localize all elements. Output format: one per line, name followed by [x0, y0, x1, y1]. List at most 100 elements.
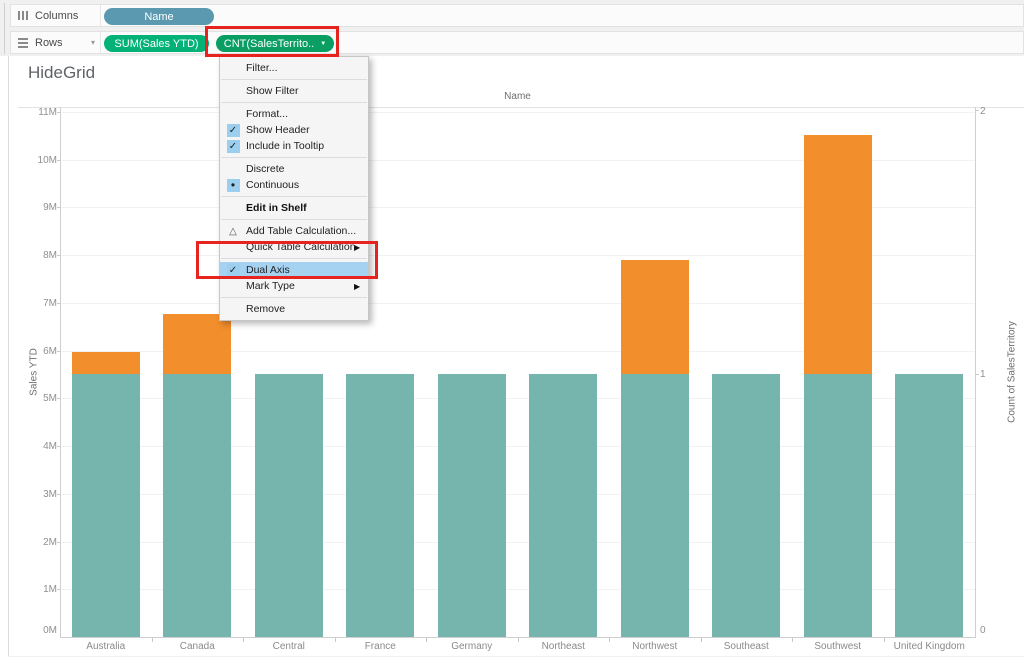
bar-count-united-kingdom[interactable] [895, 374, 963, 638]
menu-item-label: Discrete [246, 163, 368, 175]
pill-context-menu: Filter... Show Filter Format... ✓ Show Heade… [219, 56, 369, 321]
plot-top-border [18, 107, 1024, 108]
rows-shelf-label: Rows [35, 37, 63, 49]
menu-item-label: Show Header [246, 124, 368, 136]
menu-item-label: Continuous [246, 179, 368, 191]
bar-count-canada[interactable] [163, 374, 231, 638]
rows-shelf-label-box: Rows ▾ [11, 32, 101, 53]
x-axis-tickmark [243, 638, 244, 642]
right-axis-tick-0: 0 [980, 625, 1000, 636]
x-axis-label-australia: Australia [61, 641, 151, 652]
gridline [60, 112, 975, 113]
x-axis-label-france: France [335, 641, 425, 652]
menu-item-label: Add Table Calculation... [246, 225, 368, 237]
bar-count-germany[interactable] [438, 374, 506, 638]
y-axis-tick-3M: 3M [31, 489, 57, 500]
checkmark-icon: ✓ [227, 124, 240, 137]
bar-count-northwest[interactable] [621, 374, 689, 638]
menu-separator [221, 79, 367, 80]
menu-item-label: Include in Tooltip [246, 140, 368, 152]
menu-item-label: Filter... [246, 62, 368, 74]
y-axis-tick-4M: 4M [31, 441, 57, 452]
columns-icon [18, 11, 28, 20]
menu-separator [221, 219, 367, 220]
menu-item-label: Remove [246, 303, 368, 315]
y-axis-tick-8M: 8M [31, 250, 57, 261]
checkmark-icon: ✓ [227, 140, 240, 153]
y-axis-tick-0M: 0M [31, 625, 57, 636]
delta-icon: △ [227, 225, 240, 238]
pill-sum-sales-ytd[interactable]: SUM(Sales YTD) [104, 35, 209, 52]
menu-item-label: Format... [246, 108, 368, 120]
menu-separator [221, 157, 367, 158]
x-axis-tickmark [426, 638, 427, 642]
x-axis-tickmark [884, 638, 885, 642]
menu-separator [221, 196, 367, 197]
tableau-window: Columns Name Rows ▾ SUM(Sales YTD) CNT(S… [0, 0, 1024, 670]
rows-shelf[interactable]: Rows ▾ SUM(Sales YTD) CNT(SalesTerrito..… [10, 31, 1024, 54]
x-axis-tickmark [609, 638, 610, 642]
menu-item-label: Edit in Shelf [246, 202, 368, 214]
x-axis-label-united-kingdom: United Kingdom [884, 641, 974, 652]
x-axis-label-southwest: Southwest [793, 641, 883, 652]
menu-item-mark-type[interactable]: Mark Type▶ [220, 278, 368, 294]
bar-count-central[interactable] [255, 374, 323, 638]
column-field-header: Name [60, 91, 975, 102]
x-axis-label-northeast: Northeast [518, 641, 608, 652]
x-axis-label-central: Central [244, 641, 334, 652]
menu-item-filter[interactable]: Filter... [220, 60, 368, 76]
left-pane-edge [4, 3, 5, 54]
pill-name-label: Name [144, 11, 173, 23]
left-axis-title: Sales YTD [29, 348, 40, 396]
menu-item-remove[interactable]: Remove [220, 301, 368, 317]
y-axis-tick-10M: 10M [31, 155, 57, 166]
y-axis-tick-2M: 2M [31, 537, 57, 548]
menu-item-show-header[interactable]: ✓ Show Header [220, 122, 368, 138]
right-axis-title: Count of SalesTerritory [1007, 321, 1018, 423]
x-axis-tickmark [152, 638, 153, 642]
x-axis-tickmark [701, 638, 702, 642]
columns-shelf-label-box: Columns [11, 5, 101, 26]
y-axis-tick-9M: 9M [31, 202, 57, 213]
menu-item-include-in-tooltip[interactable]: ✓ Include in Tooltip [220, 138, 368, 154]
bar-count-northeast[interactable] [529, 374, 597, 638]
menu-item-discrete[interactable]: Discrete [220, 161, 368, 177]
rows-icon [18, 38, 28, 48]
annotation-rect-cnt-pill [205, 26, 339, 57]
menu-separator [221, 297, 367, 298]
sheet-title: HideGrid [28, 63, 95, 83]
bar-count-france[interactable] [346, 374, 414, 638]
columns-shelf-label: Columns [35, 10, 78, 22]
x-axis-tickmark [335, 638, 336, 642]
menu-item-label: Show Filter [246, 85, 368, 97]
y-axis-tick-1M: 1M [31, 584, 57, 595]
x-axis-label-southeast: Southeast [701, 641, 791, 652]
right-axis-line [975, 107, 976, 637]
menu-item-continuous[interactable]: • Continuous [220, 177, 368, 193]
submenu-arrow-icon: ▶ [354, 282, 368, 291]
x-axis-line [60, 637, 976, 638]
pill-sum-sales-ytd-label: SUM(Sales YTD) [114, 38, 198, 50]
rows-shelf-caret-icon[interactable]: ▾ [91, 39, 95, 47]
bar-count-southeast[interactable] [712, 374, 780, 638]
annotation-rect-dual-axis [196, 241, 378, 279]
x-axis-tickmark [518, 638, 519, 642]
x-axis-label-canada: Canada [152, 641, 242, 652]
sheet-left-border [8, 56, 9, 656]
right-axis-tickmark [976, 374, 979, 375]
y-axis-tick-7M: 7M [31, 298, 57, 309]
menu-item-add-table-calculation[interactable]: △ Add Table Calculation... [220, 223, 368, 239]
sheet-bottom-border [8, 656, 1024, 657]
right-axis-tick-1: 1 [980, 369, 1000, 380]
menu-item-edit-in-shelf[interactable]: Edit in Shelf [220, 200, 368, 216]
bar-count-southwest[interactable] [804, 374, 872, 638]
menu-item-label: Mark Type [246, 280, 354, 292]
right-axis-tick-2: 2 [980, 106, 1000, 117]
pill-name[interactable]: Name [104, 8, 214, 25]
radio-dot-icon: • [227, 179, 240, 192]
y-axis-tick-11M: 11M [31, 107, 57, 118]
menu-item-format[interactable]: Format... [220, 106, 368, 122]
menu-item-show-filter[interactable]: Show Filter [220, 83, 368, 99]
columns-shelf[interactable]: Columns Name [10, 4, 1024, 27]
bar-count-australia[interactable] [72, 374, 140, 638]
